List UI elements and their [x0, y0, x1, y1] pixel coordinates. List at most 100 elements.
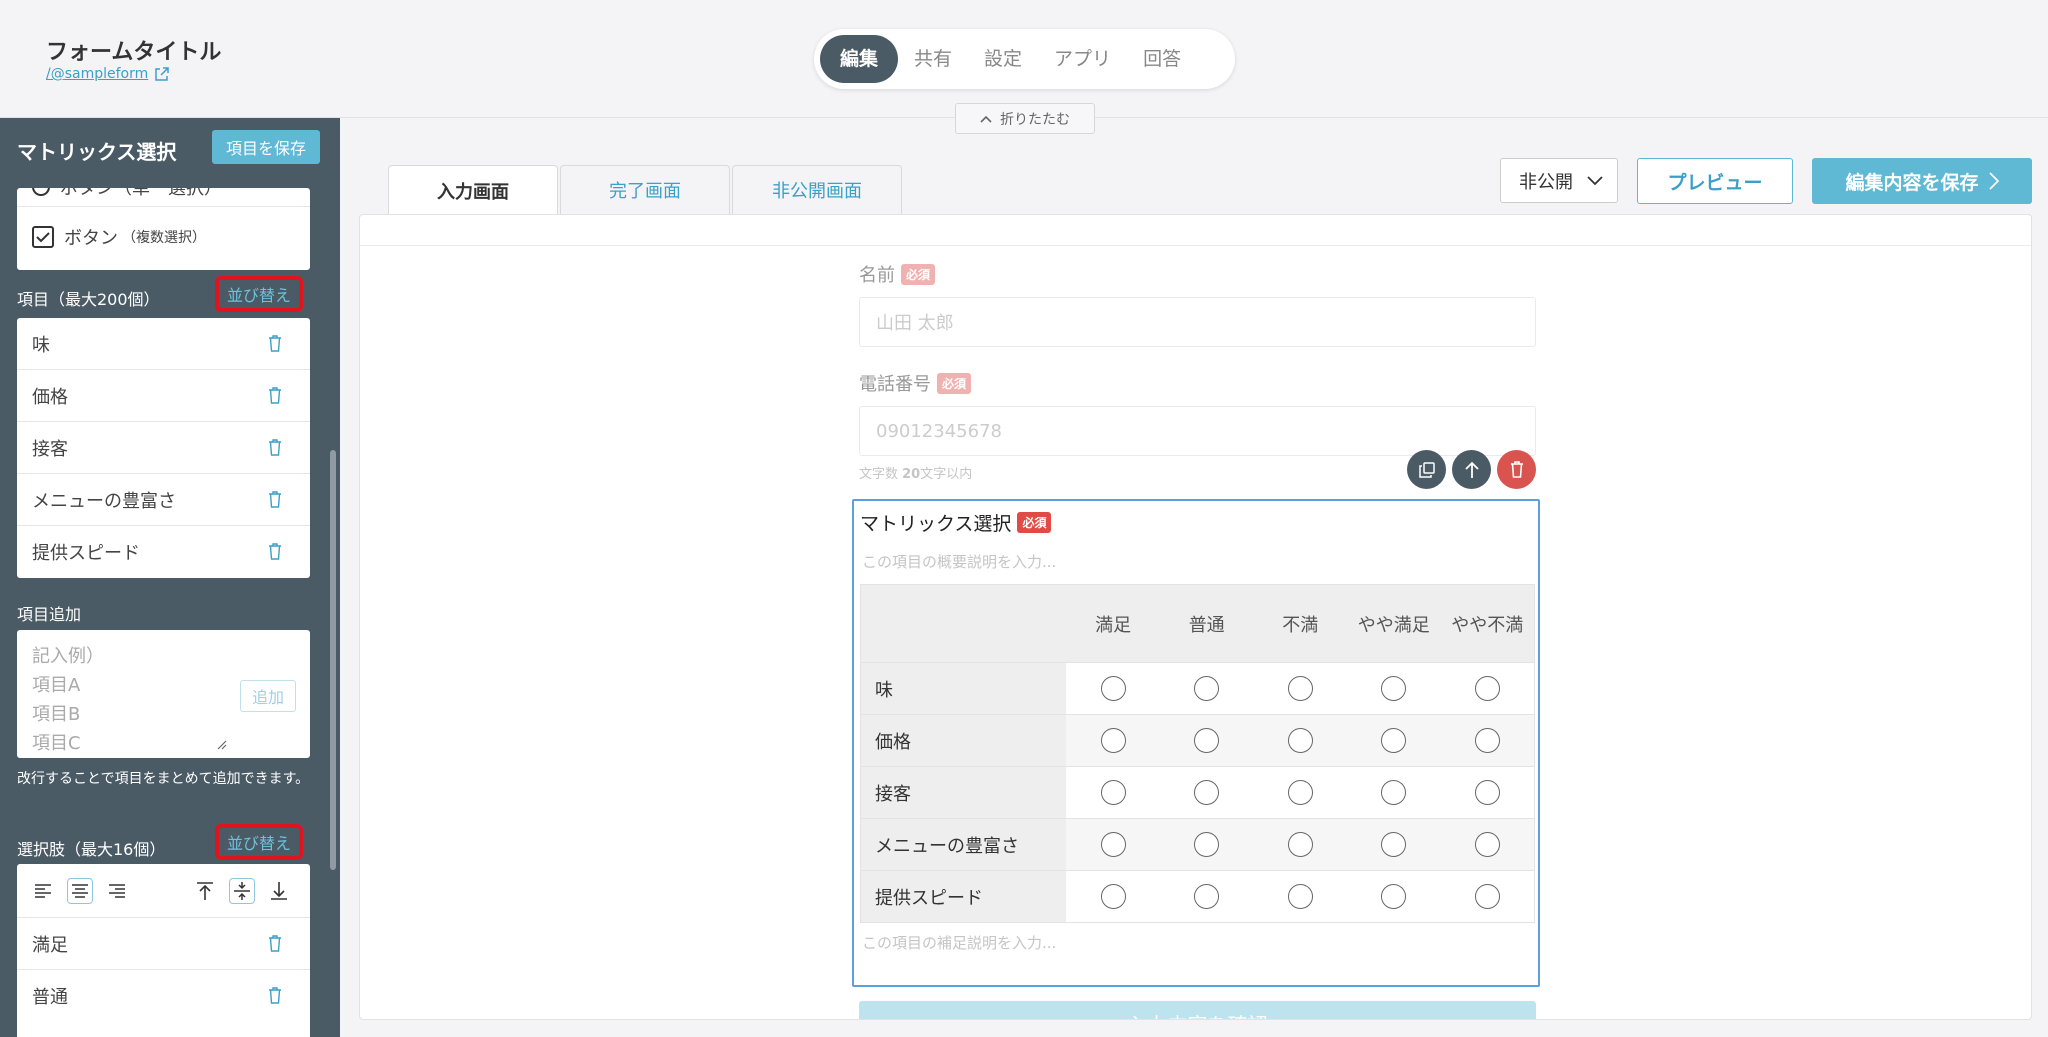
required-badge: 必須 [1017, 512, 1052, 533]
matrix-description-input[interactable]: この項目の概要説明を入力... [862, 551, 1056, 572]
nav-tab-edit[interactable]: 編集 [820, 35, 899, 83]
type-option-single-label: ボタン（単一選択） [60, 188, 222, 199]
list-item: 接客 [17, 422, 310, 474]
matrix-radio[interactable] [1381, 884, 1407, 909]
table-row: 味 [861, 662, 1534, 714]
trash-icon[interactable] [268, 987, 282, 1004]
collapse-button[interactable]: 折りたたむ [955, 103, 1095, 134]
matrix-radio[interactable] [1474, 832, 1500, 857]
align-left-icon[interactable] [30, 878, 56, 904]
required-badge: 必須 [937, 372, 972, 394]
matrix-radio[interactable] [1287, 884, 1313, 909]
add-item-button[interactable]: 追加 [240, 680, 296, 712]
list-item: 価格 [17, 370, 310, 422]
matrix-radio[interactable] [1100, 676, 1126, 701]
matrix-radio[interactable] [1194, 832, 1220, 857]
resize-handle-icon[interactable] [215, 738, 227, 750]
matrix-radio[interactable] [1287, 780, 1313, 805]
matrix-column-header: 満足 [1066, 585, 1160, 662]
matrix-radio[interactable] [1287, 728, 1313, 753]
type-option-multi-label: ボタン [64, 228, 118, 249]
sidebar-scrollbar[interactable] [330, 450, 336, 870]
matrix-radio[interactable] [1194, 728, 1220, 753]
nav-tab-apps[interactable]: アプリ [1038, 35, 1127, 83]
trash-icon[interactable] [268, 387, 282, 404]
matrix-radio[interactable] [1100, 728, 1126, 753]
save-item-button[interactable]: 項目を保存 [212, 130, 320, 164]
matrix-radio[interactable] [1381, 728, 1407, 753]
matrix-radio[interactable] [1100, 832, 1126, 857]
matrix-title[interactable]: マトリックス選択 必須 [860, 509, 1052, 536]
matrix-radio[interactable] [1287, 676, 1313, 701]
nav-tab-share[interactable]: 共有 [898, 35, 968, 83]
tab-private-screen[interactable]: 非公開画面 [732, 165, 902, 214]
list-item: 普通 [17, 970, 310, 1022]
matrix-radio[interactable] [1381, 676, 1407, 701]
confirm-submit-button[interactable]: 入力内容を確認 [859, 1001, 1536, 1019]
align-right-icon[interactable] [104, 878, 130, 904]
screen-tabs: 入力画面 完了画面 非公開画面 [388, 165, 904, 215]
tab-complete-screen[interactable]: 完了画面 [560, 165, 730, 214]
valign-bottom-icon[interactable] [266, 878, 292, 904]
matrix-radio[interactable] [1474, 780, 1500, 805]
matrix-radio[interactable] [1381, 780, 1407, 805]
copy-item-button[interactable] [1407, 450, 1446, 489]
matrix-radio[interactable] [1100, 780, 1126, 805]
save-edits-button[interactable]: 編集内容を保存 [1812, 158, 2032, 204]
matrix-radio[interactable] [1474, 728, 1500, 753]
main-nav: 編集 共有 設定 アプリ 回答 [814, 29, 1235, 89]
external-link-icon[interactable] [154, 66, 170, 82]
matrix-radio[interactable] [1287, 832, 1313, 857]
choices-section-label: 選択肢（最大16個） [17, 840, 166, 859]
valign-middle-icon[interactable] [229, 878, 255, 904]
nav-tab-responses[interactable]: 回答 [1127, 35, 1197, 83]
phone-input[interactable]: 09012345678 [859, 406, 1536, 456]
type-option-multi-sub: （複数選択） [122, 230, 206, 246]
matrix-radio[interactable] [1474, 884, 1500, 909]
chevron-right-icon [1988, 172, 1999, 190]
choice-label: 満足 [32, 934, 68, 956]
copy-icon [1418, 461, 1435, 478]
valign-top-icon[interactable] [192, 878, 218, 904]
matrix-radio[interactable] [1100, 884, 1126, 909]
form-title: フォームタイトル [46, 40, 222, 65]
preview-button[interactable]: プレビュー [1637, 158, 1793, 204]
trash-icon[interactable] [268, 335, 282, 352]
form-editor-panel: 名前 必須 山田 太郎 電話番号 必須 09012345678 文字数 20文字… [359, 214, 2032, 1020]
form-url-link[interactable]: /@sampleform [46, 66, 170, 82]
char-limit-number: 20 [902, 467, 921, 482]
nav-tab-settings[interactable]: 設定 [968, 35, 1038, 83]
trash-icon[interactable] [268, 543, 282, 560]
trash-icon[interactable] [268, 935, 282, 952]
move-up-button[interactable] [1452, 450, 1491, 489]
delete-item-button[interactable] [1497, 450, 1536, 489]
type-option-single[interactable]: ボタン（単一選択） [32, 188, 222, 200]
choices-reorder-button[interactable]: 並び替え [215, 824, 304, 860]
matrix-question[interactable]: マトリックス選択 必須 この項目の概要説明を入力... 満足 普通 不満 やや満… [852, 499, 1540, 987]
type-selector: ボタン（単一選択） ボタン （複数選択） [17, 188, 310, 270]
items-reorder-button[interactable]: 並び替え [215, 276, 304, 312]
type-option-multi[interactable]: ボタン （複数選択） [32, 224, 206, 250]
name-input[interactable]: 山田 太郎 [859, 297, 1536, 347]
table-row: 価格 [861, 714, 1534, 766]
matrix-radio[interactable] [1194, 884, 1220, 909]
visibility-select[interactable]: 非公開 [1500, 158, 1618, 203]
matrix-radio[interactable] [1474, 676, 1500, 701]
matrix-radio[interactable] [1194, 676, 1220, 701]
trash-icon[interactable] [268, 439, 282, 456]
char-limit-prefix: 文字数 [859, 467, 903, 482]
add-item-textarea[interactable]: 記入例） 項目A 項目B 項目C 追加 [17, 630, 310, 758]
item-label: 価格 [32, 386, 68, 408]
choices-list: 満足 普通 [17, 864, 310, 1037]
matrix-radio[interactable] [1194, 780, 1220, 805]
align-center-icon[interactable] [67, 878, 93, 904]
matrix-note-input[interactable]: この項目の補足説明を入力... [862, 932, 1056, 953]
trash-icon[interactable] [268, 491, 282, 508]
list-item: 提供スピード [17, 526, 310, 578]
matrix-radio[interactable] [1381, 832, 1407, 857]
item-label: 提供スピード [32, 543, 140, 564]
form-url-text[interactable]: /@sampleform [46, 66, 148, 82]
tab-input-screen[interactable]: 入力画面 [388, 165, 558, 215]
phone-field-label: 電話番号 必須 [859, 370, 972, 396]
matrix-row-label: 価格 [861, 715, 1067, 766]
